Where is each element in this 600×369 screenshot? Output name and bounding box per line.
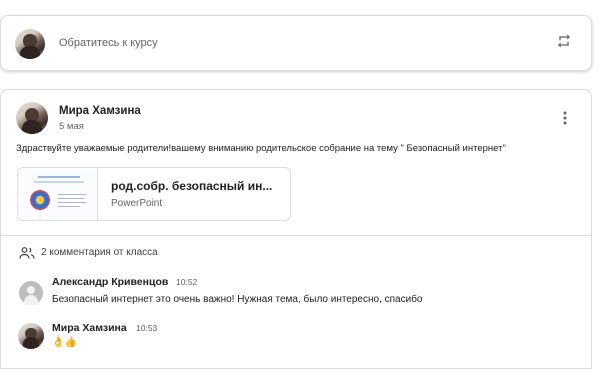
announce-placeholder[interactable]: Обратитесь к курсу [59,37,158,49]
repost-icon[interactable] [556,33,572,49]
post-date: 5 мая [59,121,84,132]
comment-text: Безопасный интернет это очень важно! Нуж… [52,294,423,305]
post-text: Здраствуйте уважаемые родители!вашему вн… [16,143,506,154]
comment-time: 10:53 [136,323,158,333]
comment-author: Мира Хамзина [52,322,127,334]
user-avatar [15,29,45,59]
commenter-avatar [19,281,43,305]
attachment-card[interactable]: род.собр. безопасный ин... PowerPoint [17,167,291,221]
comment-author: Александр Кривенцов [52,276,169,288]
author-avatar [16,102,48,134]
announcement-card: Мира Хамзина 5 мая Здраствуйте уважаемые… [0,89,592,369]
presentation-logo-icon [30,190,50,210]
people-icon [19,247,35,259]
class-comment-box[interactable]: Обратитесь к курсу [0,15,592,71]
comment-text: 👌👍 [52,337,77,348]
comment-time: 10:52 [176,277,198,287]
divider [1,235,591,236]
attachment-type: PowerPoint [111,198,163,209]
slide-thumbnail [18,168,98,220]
attachment-title: род.собр. безопасный ин... [111,179,273,193]
more-vert-icon[interactable] [559,110,571,126]
comments-count-link[interactable]: 2 комментария от класса [41,247,158,258]
commenter-avatar [18,323,44,349]
post-author: Мира Хамзина [59,105,141,117]
